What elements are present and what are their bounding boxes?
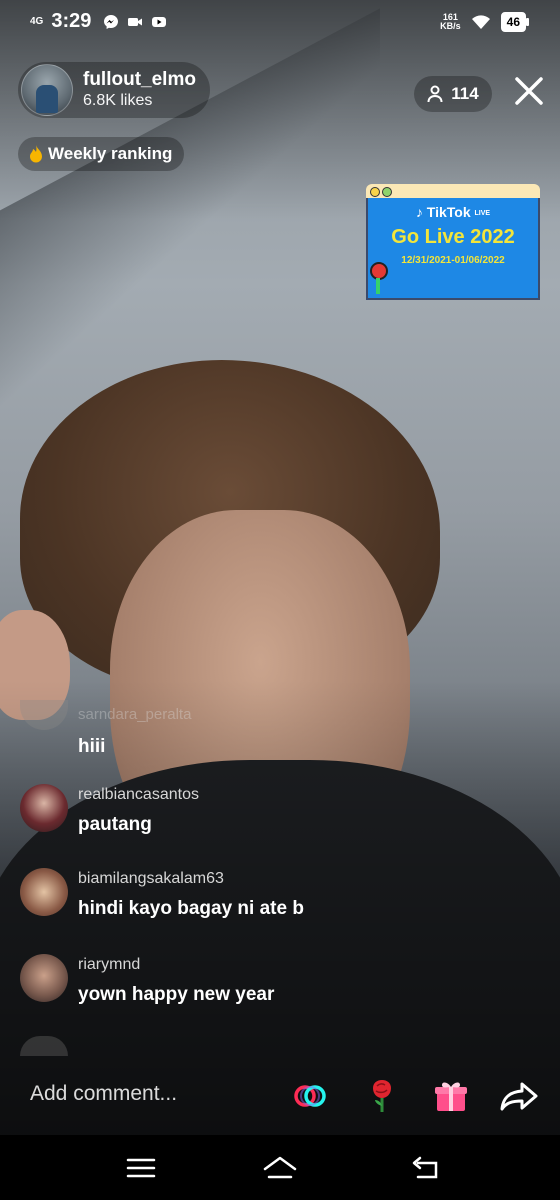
faded-comment-row: sarndara_peralta	[20, 700, 320, 730]
battery-indicator: 46	[500, 12, 530, 32]
host-profile[interactable]: fullout_elmo 6.8K likes	[18, 62, 210, 118]
weekly-ranking-label: Weekly ranking	[48, 144, 173, 163]
window-dot-icon	[370, 187, 380, 197]
weekly-ranking-button[interactable]: Weekly ranking	[18, 137, 185, 171]
system-navigation-bar	[0, 1135, 560, 1200]
link-icon[interactable]	[290, 1076, 330, 1116]
tiktok-note-icon: ♪	[415, 204, 423, 220]
messenger-icon	[104, 14, 119, 29]
go-live-promo-banner[interactable]: ♪ TikTok LIVE Go Live 2022 12/31/2021-01…	[366, 184, 540, 302]
promo-brand-name: TikTok	[426, 204, 471, 220]
live-action-bar: Add comment...	[0, 1068, 560, 1126]
youtube-icon	[152, 16, 167, 27]
host-avatar[interactable]	[21, 64, 73, 116]
comment-username[interactable]: biamilangsakalam63	[78, 870, 224, 888]
host-username: fullout_elmo	[83, 69, 196, 90]
faded-comment-avatar	[20, 700, 68, 730]
pin-stick	[376, 278, 380, 294]
viewer-count: 114	[451, 84, 479, 103]
promo-title: Go Live 2022	[391, 226, 515, 248]
promo-brand-tag: LIVE	[474, 209, 491, 217]
speed-unit: KB/s	[440, 21, 461, 31]
menu-icon[interactable]	[126, 1155, 156, 1181]
share-icon[interactable]	[500, 1076, 540, 1116]
comment-username[interactable]: realbiancasantos	[78, 786, 199, 804]
promo-brand: ♪ TikTok LIVE	[368, 198, 538, 220]
window-dot-icon	[382, 187, 392, 197]
person-icon	[427, 85, 443, 103]
rose-gift-icon[interactable]	[362, 1076, 402, 1116]
status-time: 3:29	[51, 10, 92, 32]
promo-dates: 12/31/2021-01/06/2022	[401, 255, 505, 266]
comment-text: pautang	[78, 814, 152, 835]
comment-avatar[interactable]	[20, 868, 68, 916]
comment-text: hindi kayo bagay ni ate b	[78, 898, 304, 919]
gift-icon[interactable]	[431, 1076, 471, 1116]
video-camera-icon	[128, 17, 143, 26]
comment-avatar[interactable]	[20, 954, 68, 1002]
network-speed: 161 KB/s	[440, 13, 461, 31]
wifi-icon	[471, 15, 490, 29]
status-bar: 4G 3:29 161 KB/s 46	[0, 0, 560, 44]
faded-comment-username: sarndara_peralta	[78, 706, 192, 723]
promo-window-bar	[366, 184, 540, 198]
network-indicator: 4G	[30, 15, 44, 27]
viewer-count-button[interactable]: 114	[414, 76, 492, 112]
comment-username[interactable]: riarymnd	[78, 956, 140, 974]
back-icon[interactable]	[412, 1155, 442, 1181]
close-icon[interactable]	[512, 74, 546, 108]
comment-text: hiii	[78, 736, 106, 757]
comment-avatar[interactable]	[20, 784, 68, 832]
add-comment-input[interactable]: Add comment...	[30, 1082, 177, 1106]
comment-text: yown happy new year	[78, 984, 275, 1005]
flame-icon	[30, 145, 42, 163]
host-likes: 6.8K likes	[83, 92, 153, 109]
home-icon[interactable]	[262, 1155, 298, 1181]
